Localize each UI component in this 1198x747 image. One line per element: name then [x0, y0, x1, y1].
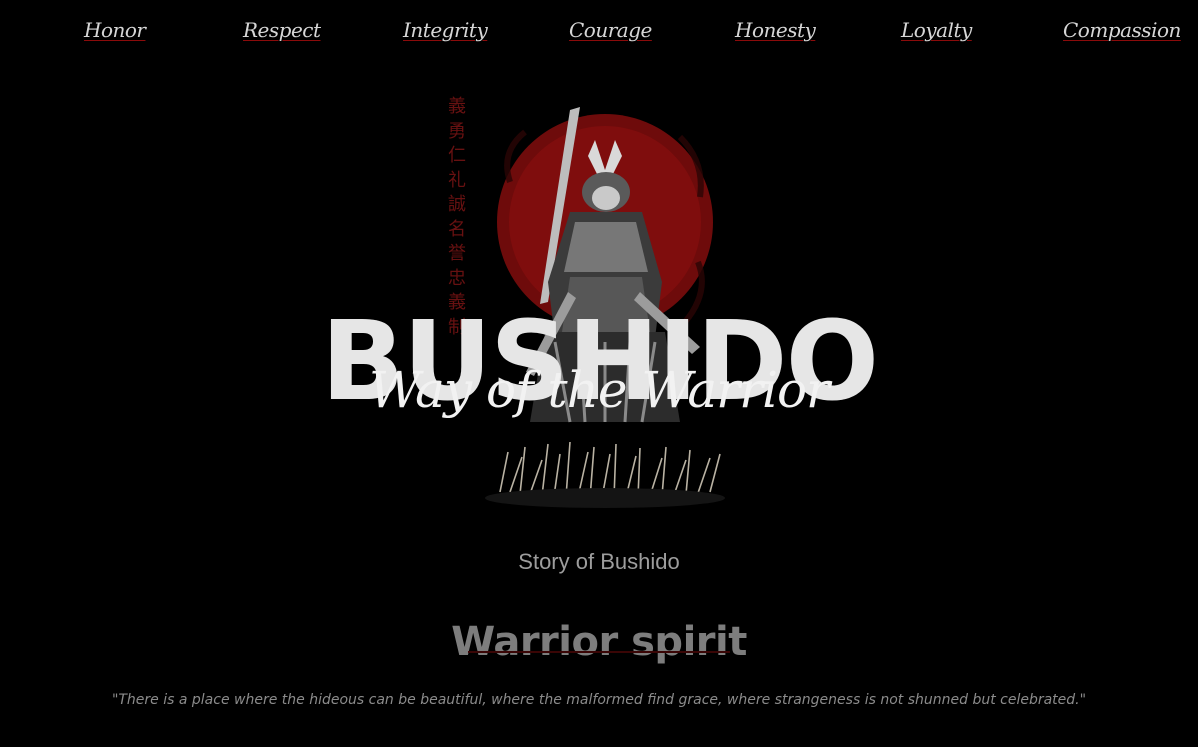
nav-link-compassion[interactable]: Compassion: [1063, 18, 1181, 42]
nav-link-honesty[interactable]: Honesty: [735, 18, 816, 42]
story-kicker: Story of Bushido: [518, 549, 680, 574]
hero-subtitle: Way of the Warrior: [369, 361, 830, 419]
nav-link-loyalty[interactable]: Loyalty: [901, 18, 972, 42]
story-heading: Warrior spirit: [451, 619, 747, 666]
story-quote: "There is a place where the hideous can …: [111, 692, 1087, 708]
nav-link-integrity[interactable]: Integrity: [403, 18, 488, 42]
nav-link-respect[interactable]: Respect: [243, 18, 321, 42]
nav-link-courage[interactable]: Courage: [569, 18, 652, 42]
nav-link-honor[interactable]: Honor: [84, 18, 146, 42]
story-divider: [468, 651, 730, 653]
top-nav: Honor Respect Integrity Courage Honesty …: [0, 0, 1198, 70]
